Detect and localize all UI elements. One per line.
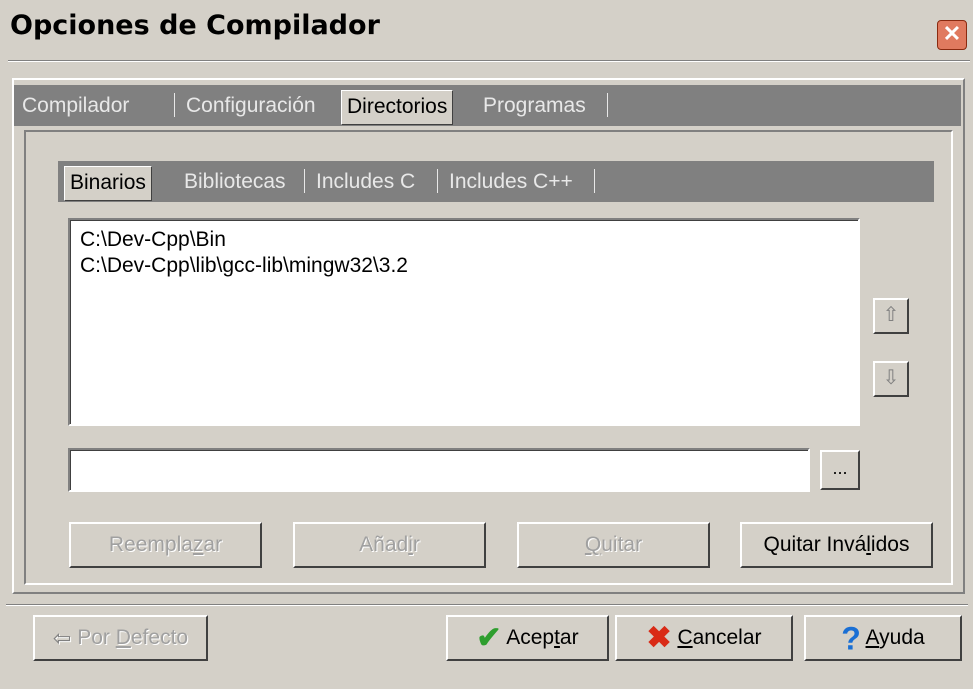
list-item[interactable]: C:\Dev-Cpp\lib\gcc-lib\mingw32\3.2 — [80, 254, 408, 278]
remove-button[interactable]: Quitar — [517, 522, 710, 568]
tab-configuracion[interactable]: Configuración — [186, 89, 316, 122]
cancel-label-end: ancelar — [692, 626, 762, 649]
title-divider — [8, 60, 970, 62]
tab-bibliotecas[interactable]: Bibliotecas — [184, 165, 286, 198]
list-item[interactable]: C:\Dev-Cpp\Bin — [80, 228, 226, 252]
remove-invalid-button[interactable]: Quitar Inválidos — [740, 522, 933, 568]
accept-label: Acep — [506, 626, 555, 649]
tab-directorios[interactable]: Directorios — [341, 90, 454, 125]
tab-separator — [304, 169, 305, 193]
remove-invalid-label: Quitar Invá — [763, 533, 867, 556]
arrow-left-icon: ⇦ — [52, 625, 72, 651]
tab-separator — [594, 169, 595, 193]
window-title: Opciones de Compilador — [10, 10, 380, 41]
move-down-button[interactable]: ⇩ — [873, 361, 909, 397]
tab-compilador[interactable]: Compilador — [22, 89, 129, 122]
checkmark-icon: ✔ — [476, 621, 502, 655]
directory-path-input[interactable] — [68, 448, 810, 492]
tab-programas[interactable]: Programas — [483, 89, 586, 122]
replace-label: Reempla — [108, 533, 193, 556]
cancel-button[interactable]: ✖ Cancelar — [615, 615, 793, 661]
move-up-button[interactable]: ⇧ — [873, 298, 909, 334]
remove-label-end: uitar — [601, 533, 643, 556]
replace-button[interactable]: Reemplazar — [69, 522, 262, 568]
close-icon[interactable]: ✕ — [937, 20, 967, 50]
add-label: Añad — [359, 533, 409, 556]
arrow-up-icon: ⇧ — [882, 304, 900, 326]
remove-mnemonic: Q — [584, 533, 602, 556]
outer-tab-bar: Compilador Configuración Directorios Pro… — [14, 85, 961, 126]
tab-binarios[interactable]: Binarios — [64, 166, 152, 201]
inner-tab-bar: Binarios Bibliotecas Includes C Includes… — [58, 161, 934, 202]
arrow-down-icon: ⇩ — [882, 367, 900, 389]
help-label-end: yuda — [879, 626, 925, 649]
browse-button[interactable]: ... — [820, 450, 860, 490]
tab-separator — [437, 169, 438, 193]
defaults-mnemonic: D — [115, 626, 131, 649]
defaults-label-end: efecto — [130, 626, 189, 649]
help-mnemonic: A — [865, 626, 880, 649]
tab-separator — [607, 93, 608, 117]
tab-includes-cpp[interactable]: Includes C++ — [449, 165, 573, 198]
accept-button[interactable]: ✔ Aceptar — [446, 615, 609, 661]
remove-invalid-label-end: idos — [870, 533, 910, 556]
question-mark-icon: ? — [841, 620, 861, 657]
title-bar[interactable]: Opciones de Compilador ✕ — [0, 0, 973, 58]
footer-divider — [6, 604, 968, 606]
add-label-end: r — [412, 533, 420, 556]
replace-label-end: ar — [203, 533, 223, 556]
defaults-button[interactable]: ⇦ Por Defecto — [33, 615, 208, 661]
compiler-options-window: Opciones de Compilador ✕ Compilador Conf… — [0, 0, 973, 689]
add-button[interactable]: Añadir — [293, 522, 486, 568]
tab-includes-c[interactable]: Includes C — [316, 165, 415, 198]
defaults-label: Por — [77, 626, 116, 649]
help-button[interactable]: ? Ayuda — [804, 615, 962, 661]
accept-label-end: ar — [559, 626, 579, 649]
replace-mnemonic: z — [192, 533, 204, 556]
tab-separator — [174, 93, 175, 117]
cancel-x-icon: ✖ — [646, 621, 672, 655]
cancel-mnemonic: C — [677, 626, 693, 649]
directory-listbox[interactable]: C:\Dev-Cpp\Bin C:\Dev-Cpp\lib\gcc-lib\mi… — [68, 218, 860, 426]
